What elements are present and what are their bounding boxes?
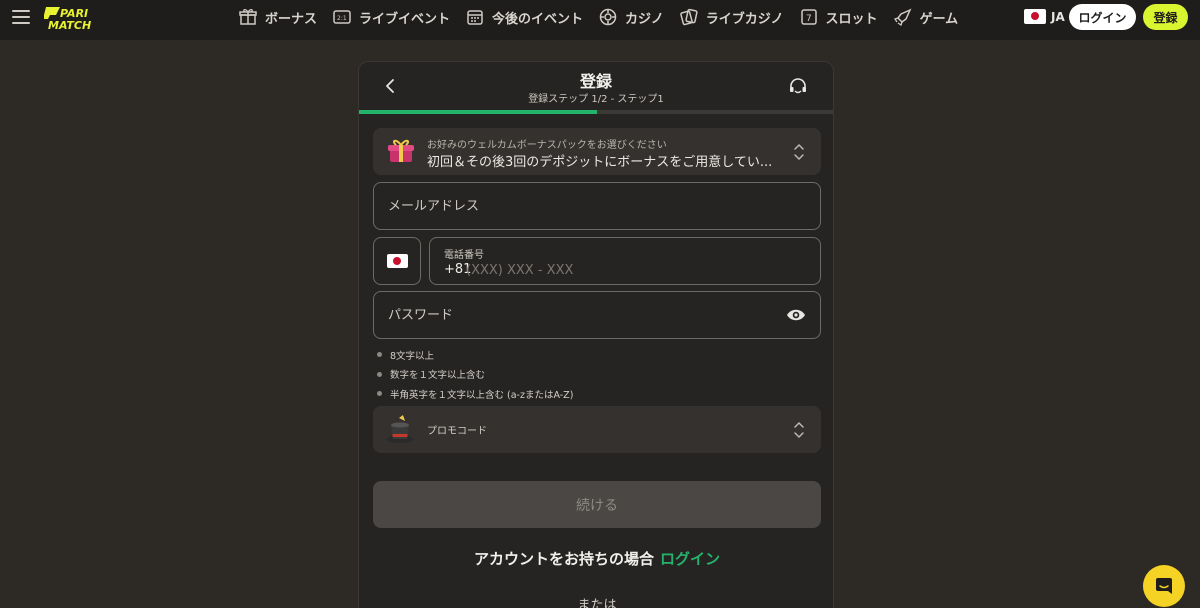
email-input[interactable] bbox=[388, 183, 768, 229]
bullet-icon bbox=[377, 352, 382, 358]
chevron-up-down-icon bbox=[794, 421, 804, 439]
magic-hat-icon bbox=[387, 415, 413, 443]
nav-item-bonus[interactable]: ボーナス bbox=[238, 7, 317, 27]
modal-step-subtitle: 登録ステップ 1/2 - ステップ1 bbox=[528, 94, 664, 105]
modal-title: 登録 bbox=[579, 72, 612, 91]
password-rules: 8文字以上 数字を１文字以上含む 半角英字を１文字以上含む (a-zまたはA-Z… bbox=[377, 345, 573, 404]
parimatch-logo[interactable]: PARI MATCH bbox=[44, 4, 124, 32]
bonus-select-label: お好みのウェルカムボーナスパックをお選びください bbox=[427, 140, 667, 151]
calendar-icon bbox=[467, 10, 483, 25]
live-icon: 2:1 bbox=[333, 10, 351, 24]
email-field-wrapper bbox=[373, 182, 821, 230]
slot-icon: 7 bbox=[800, 9, 817, 25]
continue-button[interactable]: 続ける bbox=[373, 481, 821, 528]
modal-header: 登録 登録ステップ 1/2 - ステップ1 bbox=[359, 62, 833, 114]
welcome-bonus-select[interactable]: お好みのウェルカムボーナスパックをお選びください 初回＆その後3回のデポジットに… bbox=[373, 128, 821, 175]
chevron-up-down-icon bbox=[794, 143, 804, 161]
cards-icon bbox=[679, 8, 698, 26]
svg-text:2:1: 2:1 bbox=[337, 15, 347, 22]
nav-item-games[interactable]: ゲーム bbox=[893, 7, 958, 27]
registration-modal: 登録 登録ステップ 1/2 - ステップ1 お好みのウェルカムボーナスパックをお… bbox=[358, 61, 834, 608]
promo-code-label: プロモコード bbox=[427, 426, 487, 437]
nav-item-casino[interactable]: カジノ bbox=[598, 7, 664, 27]
gift-icon bbox=[239, 9, 257, 25]
chat-bubble-icon bbox=[1156, 578, 1172, 594]
phone-input[interactable] bbox=[466, 260, 766, 280]
bullet-icon bbox=[377, 371, 382, 377]
login-link[interactable]: ログイン bbox=[660, 550, 720, 568]
password-rule: 8文字以上 bbox=[377, 345, 573, 365]
country-code-selector[interactable] bbox=[373, 237, 421, 285]
language-selector[interactable]: JA bbox=[1024, 9, 1065, 24]
japan-flag-icon bbox=[387, 254, 408, 268]
svg-text:7: 7 bbox=[806, 14, 812, 24]
japan-flag-icon bbox=[1024, 9, 1046, 24]
password-rule: 半角英字を１文字以上含む (a-zまたはA-Z) bbox=[377, 384, 573, 404]
password-input[interactable] bbox=[388, 292, 768, 338]
casino-chip-icon bbox=[599, 8, 617, 26]
promo-code-toggle[interactable]: プロモコード bbox=[373, 406, 821, 453]
password-rule: 数字を１文字以上含む bbox=[377, 365, 573, 385]
menu-icon[interactable] bbox=[12, 10, 30, 26]
bonus-select-value: 初回＆その後3回のデポジットにボーナスをご用意してい... bbox=[427, 155, 773, 170]
top-navigation: PARI MATCH ボーナス 2:1 ライブイベント 今後のイベント カジノ … bbox=[0, 0, 1200, 40]
support-headset-icon[interactable] bbox=[787, 76, 809, 98]
nav-item-live[interactable]: 2:1 ライブイベント bbox=[332, 7, 450, 27]
nav-item-upcoming[interactable]: 今後のイベント bbox=[465, 7, 583, 27]
bullet-icon bbox=[377, 391, 382, 397]
nav-item-slots[interactable]: 7 スロット bbox=[799, 7, 878, 27]
eye-icon[interactable] bbox=[786, 306, 806, 324]
header-login-button[interactable]: ログイン bbox=[1069, 4, 1136, 30]
have-account-text: アカウントをお持ちの場合 ログイン bbox=[473, 550, 721, 568]
password-field-wrapper bbox=[373, 291, 821, 339]
rocket-icon bbox=[893, 8, 912, 27]
gift-box-icon bbox=[388, 139, 414, 162]
phone-field-wrapper: 電話番号 +81 bbox=[429, 237, 821, 285]
step-progress-bar bbox=[359, 110, 833, 114]
or-divider: または bbox=[577, 598, 617, 608]
phone-label: 電話番号 bbox=[444, 250, 484, 261]
nav-item-live-casino[interactable]: ライブカジノ bbox=[679, 7, 784, 27]
chat-support-button[interactable] bbox=[1143, 565, 1185, 607]
header-register-button[interactable]: 登録 bbox=[1143, 4, 1188, 30]
svg-text:MATCH: MATCH bbox=[48, 19, 91, 32]
main-nav: ボーナス 2:1 ライブイベント 今後のイベント カジノ ライブカジノ 7 スロ… bbox=[238, 0, 973, 34]
step-progress-fill bbox=[359, 110, 597, 114]
